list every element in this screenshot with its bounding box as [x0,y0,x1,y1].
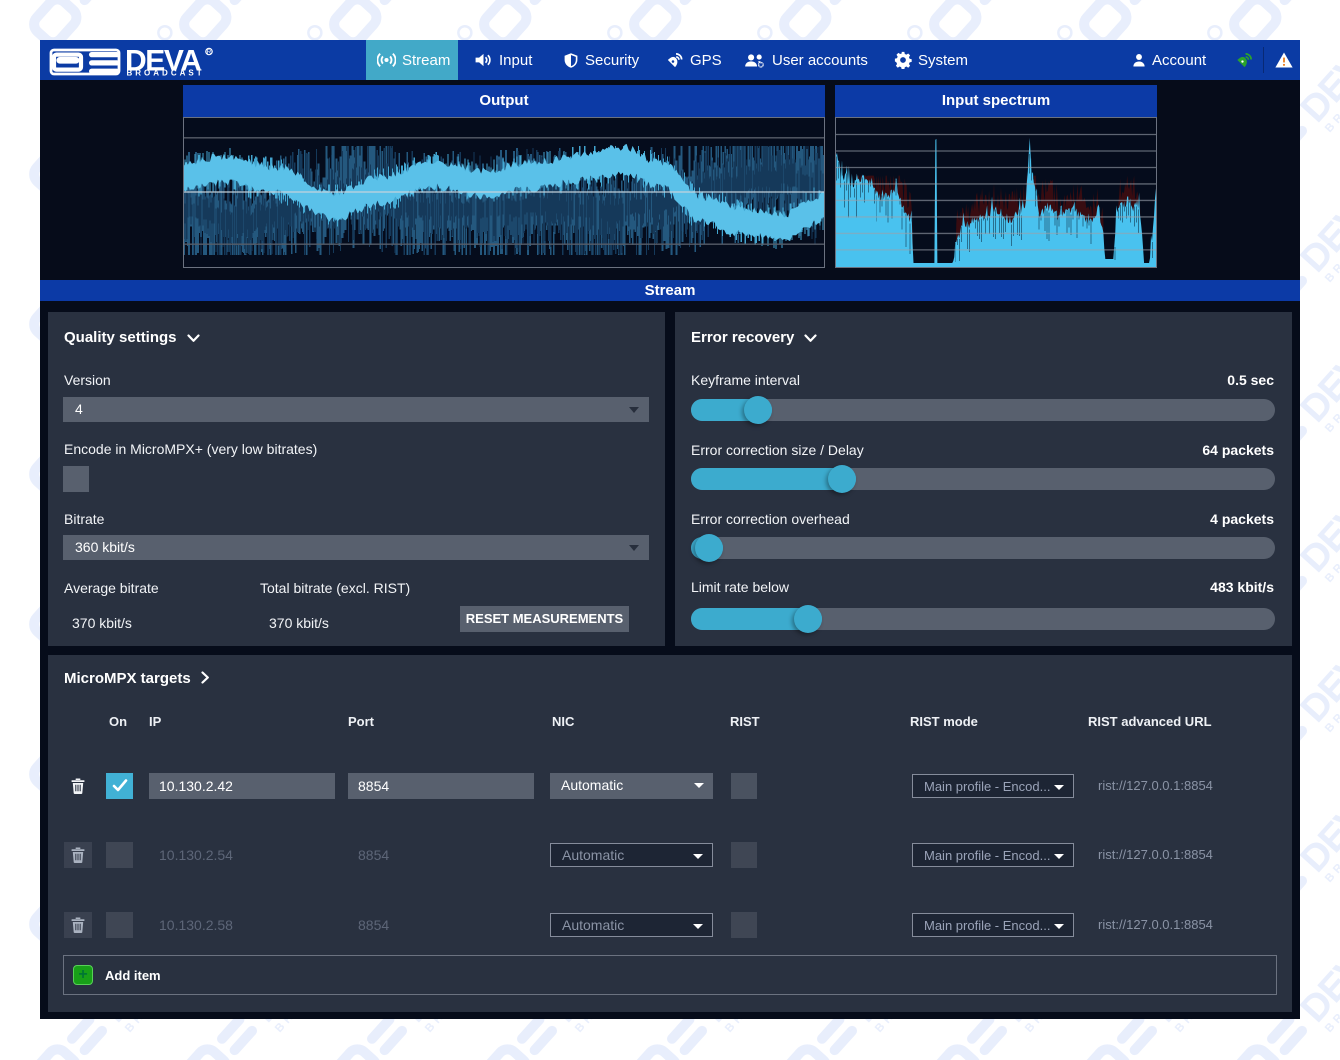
svg-text:R: R [207,49,212,56]
svg-text:BROADCAST: BROADCAST [127,69,205,77]
